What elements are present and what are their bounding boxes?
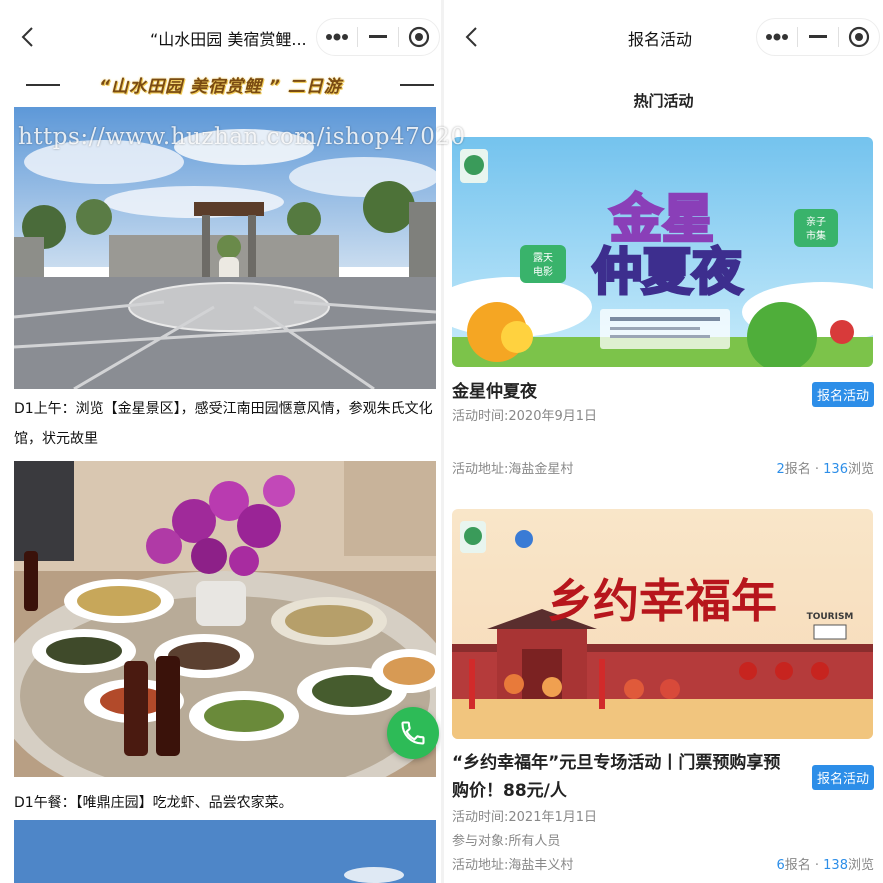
signup-button[interactable]: 报名活动 (811, 382, 874, 407)
back-button[interactable] (458, 22, 488, 52)
view-count-label: 浏览 (847, 462, 874, 477)
signup-count: 2 (776, 462, 785, 477)
navbar: 报名活动 (444, 0, 883, 74)
left-page: “山水田园 美宿赏鲤... “山水田园 美宿赏鲤 ” 二日游 D1上午：浏览【金… (0, 0, 441, 883)
svg-text:亲子: 亲子 (806, 215, 826, 228)
view-count: 138 (823, 858, 848, 873)
page-title: 报名活动 (628, 30, 693, 49)
scenic-area-photo (14, 107, 436, 389)
svg-text:市集: 市集 (806, 229, 826, 242)
view-count: 136 (823, 462, 848, 477)
activity-stats: 6报名 · 138浏览 (776, 855, 874, 877)
page-title: “山水田园 美宿赏鲤... (150, 30, 307, 49)
svg-text:TOURISM: TOURISM (807, 612, 854, 622)
target-close-icon (408, 26, 430, 48)
close-button[interactable] (399, 19, 439, 55)
banner-title: 乡约幸福年 (547, 574, 777, 628)
minimize-icon (369, 35, 387, 38)
activity-time: 活动时间:2020年9月1日 (452, 409, 598, 424)
activity-banner-2[interactable]: 乡约幸福年 TOURISM (452, 509, 873, 739)
more-button[interactable] (317, 19, 357, 55)
banner-title-line2: 仲夏夜 (592, 243, 743, 301)
chevron-left-icon (465, 27, 477, 47)
activity-title[interactable]: “乡约幸福年”元旦专场活动丨门票预购享预购价！88元/人 (452, 749, 792, 805)
banner-title-line1: 金星 (609, 190, 714, 250)
minimize-button[interactable] (798, 19, 838, 55)
signup-count-label: 报名 · (784, 858, 824, 873)
activity-stats: 2报名 · 136浏览 (776, 459, 874, 481)
next-photo (14, 820, 436, 883)
route-title: “山水田园 美宿赏鲤 ” 二日游 (0, 70, 441, 98)
activity-time: 活动时间:2021年1月1日 (452, 810, 598, 825)
more-dots-icon (326, 33, 348, 41)
activity-title[interactable]: 金星仲夏夜 (452, 378, 792, 406)
close-button[interactable] (839, 19, 879, 55)
signup-count-label: 报名 · (784, 462, 824, 477)
minimize-icon (809, 35, 827, 38)
navbar: “山水田园 美宿赏鲤... (0, 0, 441, 74)
activity-target: 参与对象:所有人员 (452, 834, 561, 849)
more-button[interactable] (757, 19, 797, 55)
view-count-label: 浏览 (847, 858, 874, 873)
more-dots-icon (766, 33, 788, 41)
itinerary-caption-2: D1午餐：【唯鼎庄园】吃龙虾、品尝农家菜。 (14, 795, 293, 811)
activity-banner-1[interactable]: 露天 电影 亲子 市集 金星 仲夏夜 (452, 137, 873, 367)
activity-card-2[interactable]: 乡约幸福年 TOURISM “乡约幸福年”元旦专场活动丨门票预购享预购价！88元… (452, 509, 876, 883)
signup-button[interactable]: 报名活动 (811, 765, 874, 790)
call-button[interactable] (387, 707, 439, 759)
activity-card-1[interactable]: 露天 电影 亲子 市集 金星 仲夏夜 金星仲夏夜 报名活动 活动时间:2020年… (452, 137, 876, 482)
right-page: 报名活动 热门活动 露天 电影 亲子 市集 金星 仲夏夜 金星仲夏夜 报名活动 … (444, 0, 883, 883)
signup-count: 6 (776, 858, 785, 873)
svg-text:电影: 电影 (533, 265, 553, 278)
phone-icon (401, 721, 425, 745)
back-button[interactable] (14, 22, 44, 52)
mini-program-capsule (316, 18, 440, 56)
hot-activities-heading: 热门活动 (633, 92, 694, 110)
minimize-button[interactable] (358, 19, 398, 55)
chevron-left-icon (21, 27, 33, 47)
svg-text:露天: 露天 (533, 252, 553, 264)
route-title-text: “山水田园 美宿赏鲤 ” 二日游 (99, 76, 342, 97)
itinerary-caption-1: D1上午：浏览【金星景区】，感受江南田园惬意风情，参观朱氏文化馆，状元故里 (14, 401, 433, 447)
activity-address: 活动地址:海盐金星村 (452, 462, 574, 477)
dinner-photo (14, 461, 436, 777)
mini-program-capsule (756, 18, 880, 56)
target-close-icon (848, 26, 870, 48)
